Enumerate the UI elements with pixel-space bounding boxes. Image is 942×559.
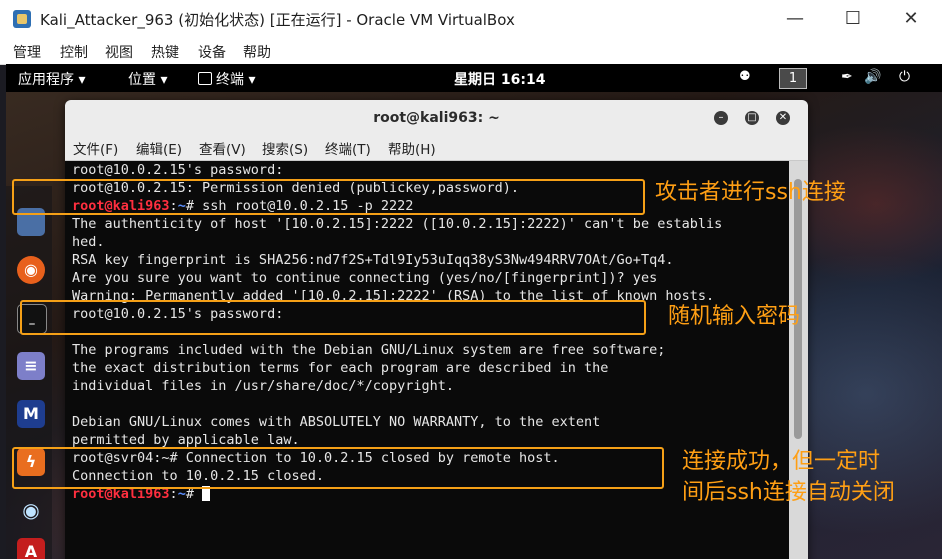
terminal-header: root@kali963: ~ – □ ✕ 文件(F) 编辑(E) 查看(V) … <box>65 100 808 161</box>
annotation-connection-closed-line1: 连接成功，但一定时 <box>682 449 881 474</box>
text-editor-icon[interactable]: ≡ <box>17 352 45 380</box>
terminal-line: The authenticity of host '[10.0.2.15]:22… <box>72 216 723 232</box>
maximize-button[interactable]: ☐ <box>833 5 873 33</box>
firefox-icon[interactable]: ◉ <box>17 256 45 284</box>
terminal-line: root@10.0.2.15's password: <box>72 162 284 178</box>
terminal-line: the exact distribution terms for each pr… <box>72 360 609 376</box>
annotation-connection-closed-line2: 间后ssh连接自动关闭 <box>682 480 895 505</box>
menu-control[interactable]: 控制 <box>60 42 88 62</box>
minimize-button[interactable]: — <box>775 5 815 33</box>
applications-menu[interactable]: 应用程序 ▾ <box>18 69 85 89</box>
terminal-title: root@kali963: ~ <box>373 110 500 126</box>
users-icon[interactable]: ⚉ <box>739 69 751 84</box>
terminal-minimize-button[interactable]: – <box>714 111 728 125</box>
highlight-box-ssh-connect <box>12 179 645 215</box>
terminal-menu-label: 终端 ▾ <box>216 72 256 88</box>
menu-view[interactable]: 视图 <box>105 42 133 62</box>
virtualbox-menubar: 管理 控制 视图 热键 设备 帮助 <box>0 38 942 65</box>
terminal-menu-search[interactable]: 搜索(S) <box>262 138 308 158</box>
places-menu[interactable]: 位置 ▾ <box>128 69 167 89</box>
terminal-menu-view[interactable]: 查看(V) <box>199 138 246 158</box>
terminal-icon <box>198 72 212 85</box>
workspace-indicator[interactable]: 1 <box>779 68 807 89</box>
metasploit-icon[interactable]: M <box>17 400 45 428</box>
clock[interactable]: 星期日 16:14 <box>454 69 545 89</box>
annotation-ssh-connect: 攻击者进行ssh连接 <box>655 180 846 205</box>
terminal-menu-edit[interactable]: 编辑(E) <box>136 138 182 158</box>
close-button[interactable]: ✕ <box>891 5 931 33</box>
terminal-line: Debian GNU/Linux comes with ABSOLUTELY N… <box>72 414 601 430</box>
dock: ◉ _ ≡ M ϟ ◉ A <box>6 186 52 559</box>
terminal-close-button[interactable]: ✕ <box>776 111 790 125</box>
terminal-app-menu[interactable]: 终端 ▾ <box>198 69 255 89</box>
menu-hotkeys[interactable]: 热键 <box>151 42 179 62</box>
eye-icon[interactable]: ◉ <box>17 496 45 524</box>
terminal-line: The programs included with the Debian GN… <box>72 342 666 358</box>
terminal-menu-terminal[interactable]: 终端(T) <box>325 138 371 158</box>
window-title: Kali_Attacker_963 (初始化状态) [正在运行] - Oracl… <box>40 11 515 29</box>
gnome-topbar: 应用程序 ▾ 位置 ▾ 终端 ▾ 星期日 16:14 ⚉ 1 ✒ 🔊 ⏻ <box>6 64 942 92</box>
highlight-box-password <box>20 300 646 335</box>
pdf-icon[interactable]: A <box>17 538 45 559</box>
virtualbox-app-icon <box>13 10 31 28</box>
terminal-line: hed. <box>72 234 105 250</box>
power-icon[interactable]: ⏻ <box>899 69 910 85</box>
volume-icon[interactable]: 🔊 <box>864 69 881 85</box>
menu-help[interactable]: 帮助 <box>243 42 271 62</box>
pen-icon[interactable]: ✒ <box>841 69 853 85</box>
terminal-output[interactable]: root@10.0.2.15's password: root@10.0.2.1… <box>65 161 789 559</box>
terminal-menu-file[interactable]: 文件(F) <box>73 138 118 158</box>
terminal-line: RSA key fingerprint is SHA256:nd7f2S+Tdl… <box>72 252 674 268</box>
highlight-box-connection-closed <box>12 447 664 489</box>
annotation-random-password: 随机输入密码 <box>668 304 801 329</box>
terminal-line: Are you sure you want to continue connec… <box>72 270 658 286</box>
terminal-line: individual files in /usr/share/doc/*/cop… <box>72 378 455 394</box>
virtualbox-titlebar: Kali_Attacker_963 (初始化状态) [正在运行] - Oracl… <box>0 0 942 38</box>
menu-manage[interactable]: 管理 <box>13 42 41 62</box>
terminal-maximize-button[interactable]: □ <box>745 111 759 125</box>
menu-devices[interactable]: 设备 <box>198 42 226 62</box>
terminal-menu-help[interactable]: 帮助(H) <box>388 138 436 158</box>
